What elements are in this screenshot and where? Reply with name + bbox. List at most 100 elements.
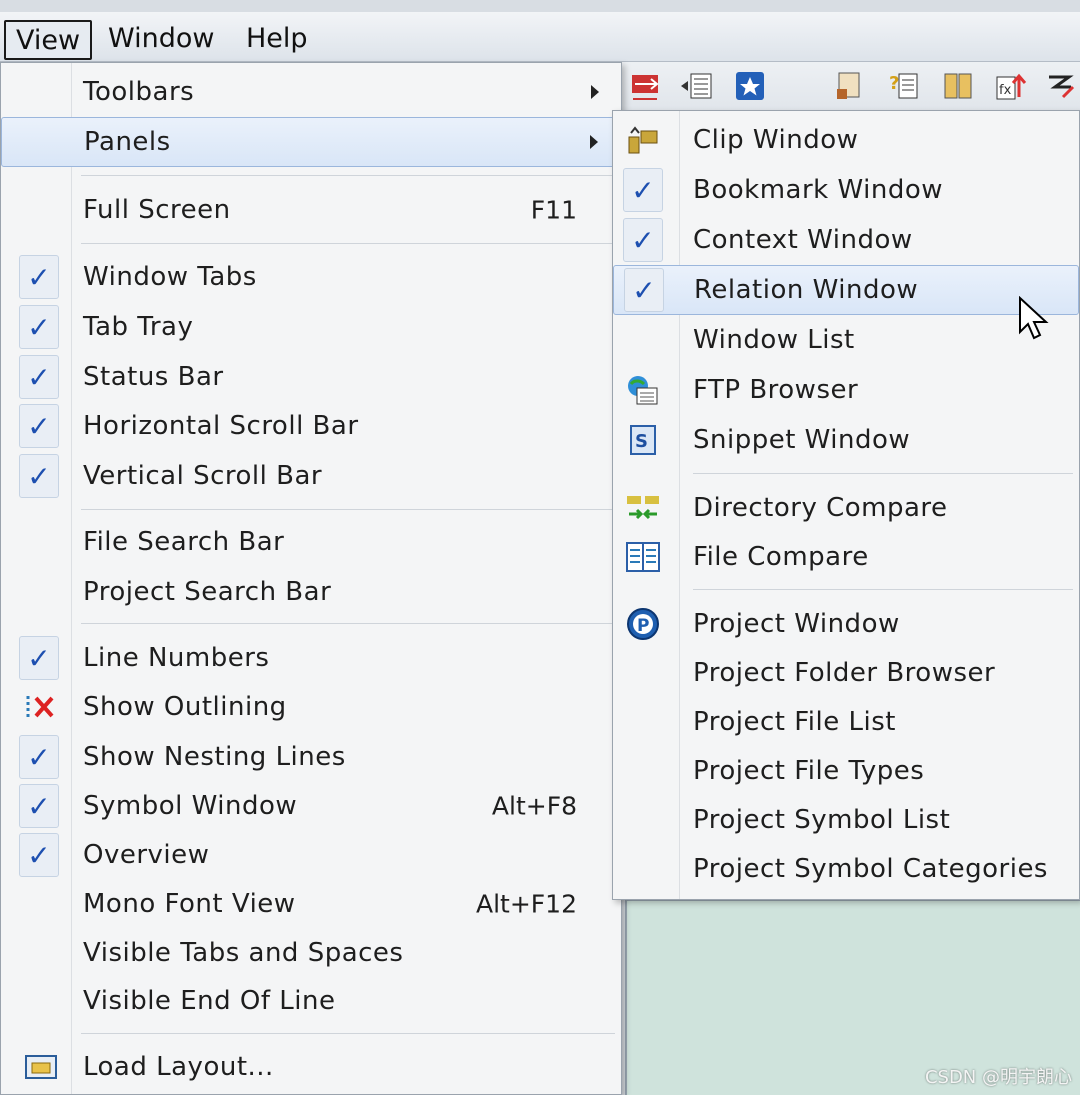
menu-item-label: File Search Bar <box>83 527 285 557</box>
view-menu-item-load-layout[interactable]: Load Layout... <box>1 1042 621 1092</box>
view-menu-item-full-screen[interactable]: Full Screen F11 <box>1 185 621 235</box>
menu-item-label: File Compare <box>693 542 869 572</box>
menu-item-label: Window List <box>693 325 855 355</box>
view-menu-item-vertical-scroll-bar[interactable]: ✓ Vertical Scroll Bar <box>1 451 621 501</box>
menu-item-label: Directory Compare <box>693 493 948 523</box>
panels-item-project-symbol-categories[interactable]: Project Symbol Categories <box>613 844 1079 894</box>
folder-icon <box>21 1047 61 1087</box>
menu-item-label: Full Screen <box>83 195 231 225</box>
view-menu-item-visible-tabs-and-spaces[interactable]: Visible Tabs and Spaces <box>1 928 621 978</box>
view-menu-item-horizontal-scroll-bar[interactable]: ✓ Horizontal Scroll Bar <box>1 401 621 451</box>
check-icon: ✓ <box>624 268 664 312</box>
function-up-icon[interactable]: fx <box>990 66 1030 106</box>
panels-item-project-file-types[interactable]: Project File Types <box>613 746 1079 796</box>
menu-item-label: Symbol Window <box>83 791 298 821</box>
menubar-view[interactable]: View <box>4 20 93 60</box>
snippet-icon: S <box>623 420 663 460</box>
hand-icon[interactable] <box>828 66 868 106</box>
menu-item-label: Snippet Window <box>693 425 911 455</box>
menu-item-label: Mono Font View <box>83 889 296 919</box>
indent-icon[interactable] <box>676 66 716 106</box>
view-menu-item-line-numbers[interactable]: ✓ Line Numbers <box>1 633 621 683</box>
menu-separator <box>81 175 615 176</box>
panels-item-context-window[interactable]: ✓ Context Window <box>613 215 1079 265</box>
mouse-cursor-icon <box>1019 296 1049 340</box>
menu-item-label: Context Window <box>693 225 913 255</box>
menu-separator <box>693 473 1073 474</box>
menu-item-label: Window Tabs <box>83 262 257 292</box>
view-menu-item-panels[interactable]: Panels <box>1 117 621 167</box>
panels-item-clip-window[interactable]: Clip Window <box>613 115 1079 165</box>
panels-item-file-compare[interactable]: File Compare <box>613 532 1079 582</box>
menu-item-label: Clip Window <box>693 125 859 155</box>
menu-separator <box>81 623 615 624</box>
panels-item-bookmark-window[interactable]: ✓ Bookmark Window <box>613 165 1079 215</box>
bookmark-star-icon[interactable] <box>730 66 770 106</box>
ftp-browser-icon <box>623 370 663 410</box>
menu-item-label: Project File List <box>693 707 896 737</box>
menubar-help[interactable]: Help <box>236 20 318 60</box>
project-icon: P <box>623 604 663 644</box>
menu-item-label: FTP Browser <box>693 375 859 405</box>
view-menu-item-show-nesting-lines[interactable]: ✓ Show Nesting Lines <box>1 732 621 782</box>
view-menu-item-mono-font-view[interactable]: Mono Font View Alt+F12 <box>1 879 621 929</box>
panels-item-relation-window[interactable]: ✓ Relation Window <box>613 265 1079 315</box>
panels-item-project-window[interactable]: P Project Window <box>613 599 1079 649</box>
menu-item-label: Vertical Scroll Bar <box>83 461 323 491</box>
check-icon: ✓ <box>19 355 59 399</box>
menubar-window[interactable]: Window <box>98 20 224 60</box>
view-menu-item-file-search-bar[interactable]: File Search Bar <box>1 517 621 567</box>
check-icon: ✓ <box>623 168 663 212</box>
check-icon: ✓ <box>19 784 59 828</box>
jump-icon[interactable] <box>1042 66 1080 106</box>
menu-item-label: Relation Window <box>694 275 919 305</box>
view-menu-item-status-bar[interactable]: ✓ Status Bar <box>1 352 621 402</box>
view-menu-item-visible-end-of-line[interactable]: Visible End Of Line <box>1 976 621 1026</box>
panels-item-project-folder-browser[interactable]: Project Folder Browser <box>613 648 1079 698</box>
check-icon: ✓ <box>19 636 59 680</box>
view-menu-item-project-search-bar[interactable]: Project Search Bar <box>1 567 621 617</box>
outline-x-icon <box>21 687 61 727</box>
menu-item-shortcut: Alt+F8 <box>491 791 577 821</box>
panels-item-snippet-window[interactable]: S Snippet Window <box>613 415 1079 465</box>
menu-item-label: Tab Tray <box>83 312 194 342</box>
view-menu-item-toolbars[interactable]: Toolbars <box>1 67 621 117</box>
menu-item-label: Overview <box>83 840 210 870</box>
submenu-arrow-icon <box>591 85 599 99</box>
view-menu-item-overview[interactable]: ✓ Overview <box>1 830 621 880</box>
menu-item-label: Project Symbol Categories <box>693 854 1048 884</box>
directory-compare-icon <box>623 488 663 528</box>
svg-text:S: S <box>635 431 648 452</box>
menu-item-label: Status Bar <box>83 362 224 392</box>
menu-item-label: Project Symbol List <box>693 805 951 835</box>
panels-item-directory-compare[interactable]: Directory Compare <box>613 483 1079 533</box>
view-menu-item-symbol-window[interactable]: ✓ Symbol Window Alt+F8 <box>1 781 621 831</box>
view-menu-item-show-outlining[interactable]: Show Outlining <box>1 682 621 732</box>
panels-item-project-file-list[interactable]: Project File List <box>613 697 1079 747</box>
panels-item-window-list[interactable]: Window List <box>613 315 1079 365</box>
panels-item-ftp-browser[interactable]: FTP Browser <box>613 365 1079 415</box>
submenu-arrow-icon <box>590 135 598 149</box>
menu-item-label: Project Folder Browser <box>693 658 996 688</box>
panels-item-project-symbol-list[interactable]: Project Symbol List <box>613 795 1079 845</box>
menu-separator <box>81 1033 615 1034</box>
svg-text:?: ? <box>889 73 899 94</box>
menu-item-label: Toolbars <box>83 77 195 107</box>
menu-item-label: Show Outlining <box>83 692 287 722</box>
book-icon[interactable] <box>938 66 978 106</box>
check-icon: ✓ <box>623 218 663 262</box>
menu-item-label: Visible Tabs and Spaces <box>83 938 404 968</box>
view-menu-item-window-tabs[interactable]: ✓ Window Tabs <box>1 252 621 302</box>
svg-text:P: P <box>637 616 649 636</box>
menubar: View Window Help <box>0 12 1080 62</box>
goto-icon[interactable] <box>626 66 666 106</box>
view-menu: Toolbars Panels Full Screen F11 ✓ Window Tabs… <box>0 62 622 1095</box>
menu-separator <box>81 509 615 510</box>
check-icon: ✓ <box>19 833 59 877</box>
check-icon: ✓ <box>19 454 59 498</box>
menu-item-label: Load Layout... <box>83 1052 274 1082</box>
view-menu-item-tab-tray[interactable]: ✓ Tab Tray <box>1 302 621 352</box>
panels-submenu: Clip Window ✓ Bookmark Window ✓ Context Wind… <box>612 110 1080 900</box>
menu-item-label: Horizontal Scroll Bar <box>83 411 359 441</box>
help-topic-icon[interactable]: ? <box>884 66 924 106</box>
